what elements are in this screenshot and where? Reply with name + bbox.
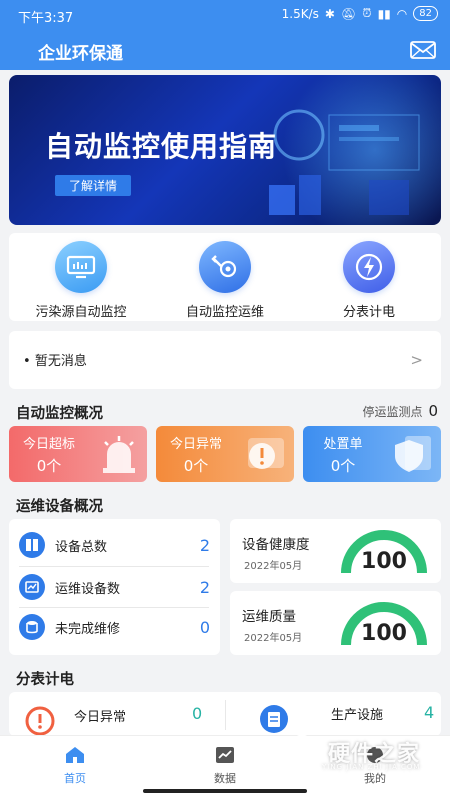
- meter-value: 0: [192, 704, 203, 723]
- network-speed: 1.5K/s: [281, 6, 319, 21]
- kpi-label: 今日超标: [22, 437, 75, 452]
- kpi-exceeded[interactable]: 今日超标 0个: [9, 426, 147, 482]
- stopped-points[interactable]: 停运监测点 0: [362, 402, 438, 420]
- quick-meter[interactable]: 分表计电: [297, 241, 441, 320]
- stopped-value: 0: [428, 402, 438, 420]
- kpi-value: 0个: [36, 457, 62, 475]
- siren-icon: [103, 436, 135, 473]
- stopped-label: 停运监测点: [362, 405, 423, 419]
- mute-icon: 🔕︎: [340, 6, 357, 21]
- device-row-label: 未完成维修: [55, 621, 121, 637]
- gauge-label: 设备健康度: [242, 537, 310, 553]
- signal-icon: ▮▮: [377, 6, 391, 21]
- device-row-value: 2: [199, 577, 210, 597]
- alarm-icon: ⏰︎: [362, 6, 372, 20]
- wifi-icon: ◠: [396, 6, 408, 21]
- meter-section-title: 分表计电: [16, 672, 74, 688]
- device-row-total[interactable]: 设备总数 2: [9, 525, 220, 565]
- alert-circle-icon: [25, 706, 55, 736]
- banner-illustration: [269, 109, 420, 215]
- home-icon: [35, 744, 115, 766]
- gauge-date: 2022年05月: [244, 633, 303, 644]
- status-bar: 下午3:37 1.5K/s ✱ 🔕︎ ⏰︎ ▮▮ ◠ 82: [0, 0, 450, 30]
- message-label: 暂无消息: [34, 354, 87, 369]
- quick-label: 分表计电: [342, 305, 395, 320]
- promo-banner[interactable]: 自动监控使用指南 了解详情: [9, 75, 441, 225]
- monitor-icon: [55, 241, 107, 293]
- warning-icon: [248, 438, 284, 469]
- kpi-value: 0个: [183, 457, 209, 475]
- quick-label: 污染源自动监控: [35, 305, 127, 320]
- message-bar[interactable]: • 暂无消息 >: [9, 331, 441, 389]
- banner-title: 自动监控使用指南: [45, 130, 278, 163]
- gauge-value: 100: [361, 549, 407, 574]
- monitor-section-title: 自动监控概况: [16, 406, 103, 422]
- nav-label: 数据: [214, 772, 236, 785]
- home-indicator: [143, 789, 307, 793]
- device-row-label: 运维设备数: [55, 581, 121, 597]
- database-icon: [19, 614, 45, 640]
- gauge-label: 运维质量: [242, 609, 296, 625]
- kpi-label: 今日异常: [169, 437, 222, 452]
- banner-details-button[interactable]: 了解详情: [55, 175, 132, 196]
- quick-maintenance[interactable]: 自动监控运维: [153, 241, 297, 320]
- device-summary: 设备总数 2 运维设备数 2 未完成维修 0: [9, 519, 220, 655]
- quick-label: 自动监控运维: [185, 305, 264, 320]
- device-row-maintained[interactable]: 运维设备数 2: [9, 567, 220, 607]
- chart-box-icon: [19, 574, 45, 600]
- kpi-label: 处置单: [323, 437, 363, 452]
- watermark-subtitle: YING JIAN ZHI JIA.COM: [322, 763, 421, 771]
- battery-indicator: 82: [413, 6, 438, 21]
- status-time: 下午3:37: [18, 11, 74, 26]
- watermark-logo: 硬件之家 YING JIAN ZHI JIA.COM: [282, 729, 442, 775]
- gauge-card-health[interactable]: 设备健康度 2022年05月 100: [230, 519, 441, 583]
- message-text: • 暂无消息: [23, 354, 87, 369]
- nav-data[interactable]: 数据: [185, 744, 265, 786]
- wrench-gear-icon: [199, 241, 251, 293]
- device-section-title: 运维设备概况: [16, 499, 103, 515]
- nav-home[interactable]: 首页: [35, 744, 115, 786]
- app-bar: 企业环保通: [0, 30, 450, 70]
- server-icon: [19, 532, 45, 558]
- device-row-label: 设备总数: [55, 539, 108, 555]
- lightning-icon: [343, 241, 395, 293]
- nav-label: 首页: [64, 772, 86, 785]
- bluetooth-icon: ✱: [324, 6, 335, 21]
- kpi-abnormal[interactable]: 今日异常 0个: [156, 426, 294, 482]
- kpi-disposal[interactable]: 处置单 0个: [303, 426, 441, 482]
- gauge-date: 2022年05月: [244, 561, 303, 572]
- kpi-value: 0个: [330, 457, 356, 475]
- meter-item-abnormal[interactable]: 今日异常 0: [9, 692, 219, 736]
- meter-label: 生产设施: [331, 708, 384, 723]
- gauge-card-quality[interactable]: 运维质量 2022年05月 100: [230, 591, 441, 655]
- chevron-right-icon: >: [410, 351, 423, 369]
- device-row-unfinished[interactable]: 未完成维修 0: [9, 607, 220, 647]
- chart-icon: [185, 744, 265, 766]
- quick-actions: 污染源自动监控 自动监控运维 分表计电: [9, 233, 441, 321]
- meter-value: 4: [424, 703, 435, 722]
- device-row-value: 2: [199, 535, 210, 555]
- watermark-hex-icon: [285, 733, 319, 771]
- mail-icon[interactable]: [410, 41, 436, 59]
- shield-icon: [395, 436, 431, 472]
- gauge-value: 100: [361, 621, 407, 646]
- meter-label: 今日异常: [74, 710, 127, 725]
- divider: [225, 700, 226, 730]
- quick-pollution-monitor[interactable]: 污染源自动监控: [9, 241, 153, 320]
- app-title: 企业环保通: [38, 44, 123, 64]
- device-row-value: 0: [199, 617, 210, 637]
